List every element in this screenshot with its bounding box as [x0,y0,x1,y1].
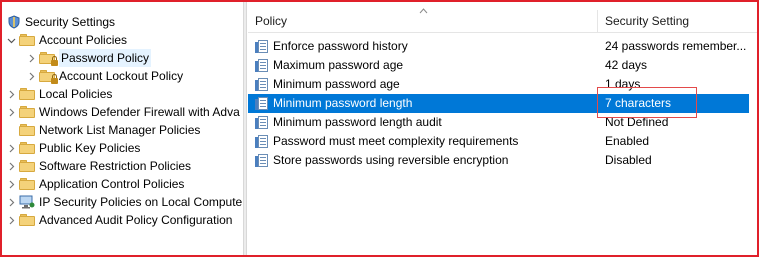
lock-folder-icon [39,70,58,84]
chevron-right-icon[interactable] [6,139,16,157]
policy-icon [255,153,269,168]
tree-item-software-restriction[interactable]: Software Restriction Policies [6,157,191,175]
policy-name: Store passwords using reversible encrypt… [273,153,509,167]
tree-item-account-lockout-policy[interactable]: Account Lockout Policy [26,67,183,85]
tree-item-ip-security-policies[interactable]: IP Security Policies on Local Compute [6,193,242,211]
policy-setting: Disabled [605,153,652,167]
chevron-right-icon[interactable] [6,175,16,193]
tree-item-label: IP Security Policies on Local Compute [39,195,243,209]
tree-item-local-policies[interactable]: Local Policies [6,85,112,103]
policy-row-password-complexity[interactable]: Password must meet complexity requiremen… [248,132,749,151]
policy-name: Enforce password history [273,39,408,53]
tree-item-windows-defender-firewall[interactable]: Windows Defender Firewall with Adva [6,103,240,121]
tree-item-label: Advanced Audit Policy Configuration [39,213,233,227]
policy-icon [255,115,269,130]
tree-item-label: Software Restriction Policies [39,159,192,173]
folder-icon [19,160,35,172]
chevron-right-icon[interactable] [26,49,36,67]
folder-icon [19,142,35,154]
policy-icon [255,134,269,149]
chevron-right-icon[interactable] [6,211,16,229]
navigation-tree: Security Settings Account Policies Passw… [2,2,243,255]
tree-item-security-settings[interactable]: Security Settings [4,13,115,31]
folder-icon [19,106,35,118]
tree-item-public-key-policies[interactable]: Public Key Policies [6,139,140,157]
shield-icon [7,15,21,29]
policy-icon [255,39,269,54]
column-header-security-setting[interactable]: Security Setting [598,10,755,32]
lock-folder-icon [39,52,58,66]
policy-list: Policy Security Setting Enforce password… [248,2,757,255]
computer-icon [19,195,35,209]
tree-item-label: Local Policies [39,87,113,101]
policy-name: Maximum password age [273,58,404,72]
chevron-down-icon[interactable] [6,31,16,49]
policy-icon [255,58,269,73]
tree-item-label: Password Policy [59,49,152,67]
policy-setting: 24 passwords remember... [605,39,747,53]
policy-name: Minimum password length audit [273,115,442,129]
policy-row-reversible-encryption[interactable]: Store passwords using reversible encrypt… [248,151,749,170]
tree-item-label: Public Key Policies [39,141,141,155]
policy-setting: Enabled [605,134,650,148]
folder-icon [19,178,35,190]
policy-setting: 42 days [605,58,648,72]
tree-item-application-control[interactable]: Application Control Policies [6,175,184,193]
chevron-right-icon[interactable] [6,85,16,103]
policy-row-enforce-password-history[interactable]: Enforce password history 24 passwords re… [248,37,749,56]
tree-item-label: Windows Defender Firewall with Adva [39,105,240,119]
column-header-label: Policy [255,14,288,28]
tree-item-network-list-manager[interactable]: Network List Manager Policies [6,121,200,139]
tree-item-label: Account Policies [39,33,128,47]
list-header: Policy Security Setting [248,8,757,33]
policy-name: Minimum password length [273,96,413,110]
folder-icon [19,34,35,46]
tree-item-password-policy[interactable]: Password Policy [26,49,152,67]
policy-name: Password must meet complexity requiremen… [273,134,519,148]
chevron-right-icon[interactable] [6,103,16,121]
sort-ascending-icon [419,6,428,17]
policy-icon [255,77,269,92]
tree-item-account-policies[interactable]: Account Policies [6,31,127,49]
vertical-scrollbar[interactable] [751,32,757,255]
tree-item-advanced-audit-policy[interactable]: Advanced Audit Policy Configuration [6,211,232,229]
chevron-right-icon[interactable] [6,157,16,175]
chevron-right-icon[interactable] [26,67,36,85]
annotation-highlight-box [597,87,697,118]
tree-item-label: Account Lockout Policy [59,69,184,83]
policy-row-maximum-password-age[interactable]: Maximum password age 42 days [248,56,749,75]
policy-icon [255,96,269,111]
tree-item-label: Security Settings [25,15,116,29]
pane-splitter[interactable] [243,2,247,255]
tree-item-label: Network List Manager Policies [39,123,201,137]
tree-item-label: Application Control Policies [39,177,185,191]
folder-icon [19,124,35,136]
folder-icon [19,214,35,226]
folder-icon [19,88,35,100]
tree-arrow-spacer [6,121,16,139]
chevron-right-icon[interactable] [6,193,16,211]
policy-name: Minimum password age [273,77,400,91]
column-header-label: Security Setting [605,14,690,28]
